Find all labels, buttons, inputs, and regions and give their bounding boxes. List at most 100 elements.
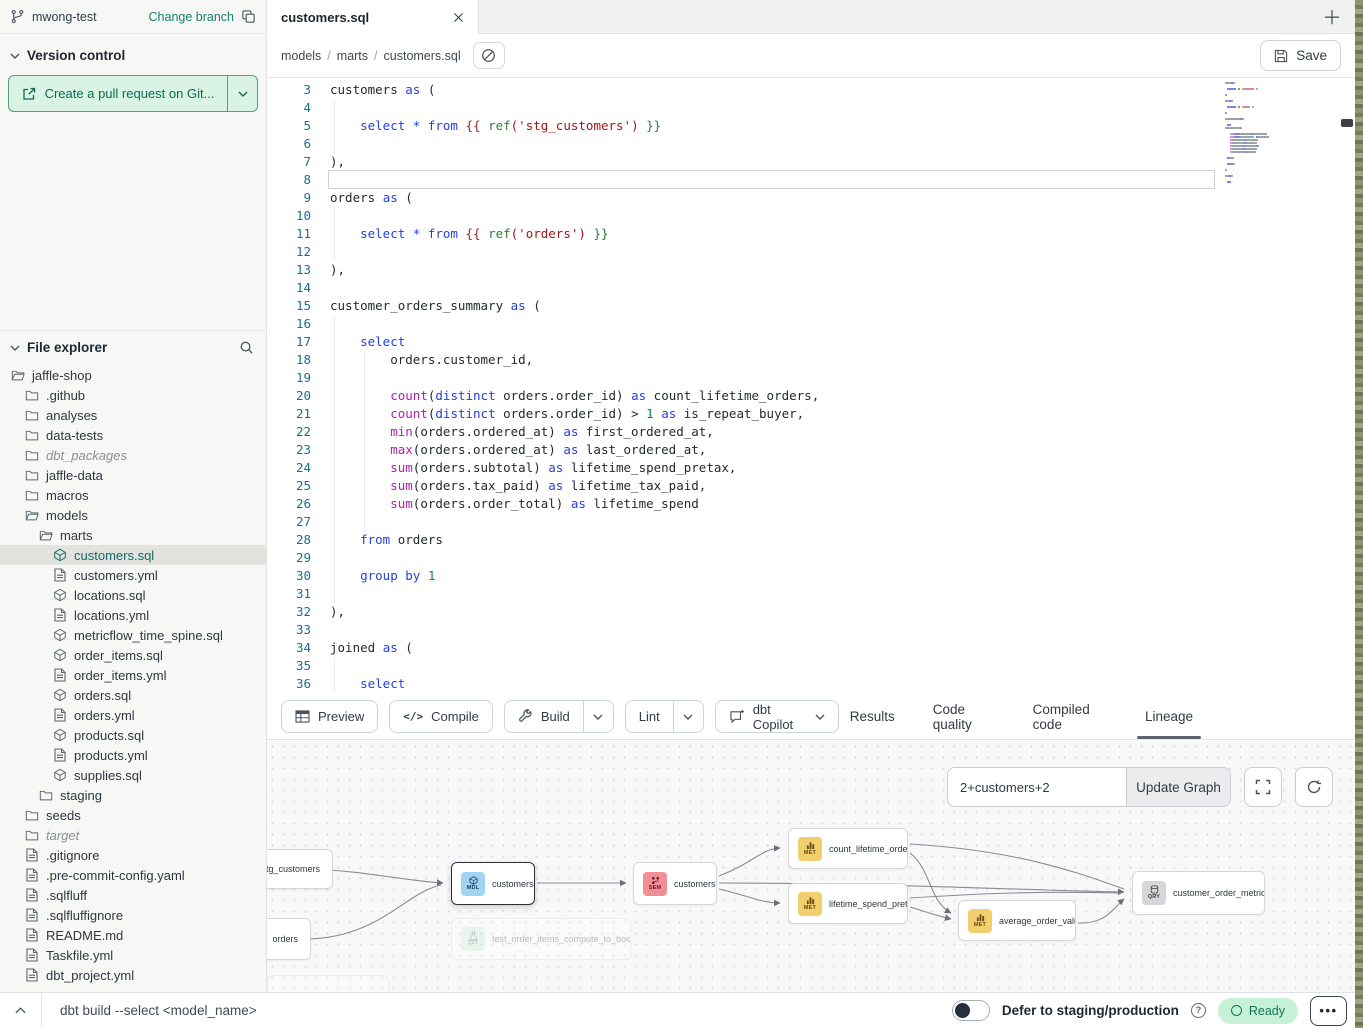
- code-editor[interactable]: 3customers as (45 select * from {{ ref('…: [267, 78, 1355, 694]
- code-line-9[interactable]: 9orders as (: [267, 189, 1355, 207]
- code-line-11[interactable]: 11 select * from {{ ref('orders') }}: [267, 225, 1355, 243]
- code-line-19[interactable]: 19: [267, 369, 1355, 387]
- code-line-6[interactable]: 6: [267, 135, 1355, 153]
- code-line-35[interactable]: 35: [267, 657, 1355, 675]
- code-line-26[interactable]: 26 sum(orders.order_total) as lifetime_s…: [267, 495, 1355, 513]
- code-line-29[interactable]: 29: [267, 549, 1355, 567]
- node-selector-input[interactable]: [948, 768, 1126, 806]
- close-icon[interactable]: [453, 12, 464, 23]
- file-explorer-item-seeds[interactable]: seeds: [0, 805, 266, 825]
- file-explorer-item-dbt_packages[interactable]: dbt_packages: [0, 445, 266, 465]
- file-explorer-item-analyses[interactable]: analyses: [0, 405, 266, 425]
- file-explorer-item-products.sql[interactable]: products.sql: [0, 725, 266, 745]
- dbt-copilot-button[interactable]: dbt Copilot: [715, 700, 839, 733]
- file-explorer-item-locations.sql[interactable]: locations.sql: [0, 585, 266, 605]
- code-line-17[interactable]: 17 select: [267, 333, 1355, 351]
- file-explorer-item-README.md[interactable]: README.md: [0, 925, 266, 945]
- code-line-8[interactable]: 8: [267, 171, 1355, 189]
- tab-customers-sql[interactable]: customers.sql: [267, 0, 479, 34]
- code-line-18[interactable]: 18 orders.customer_id,: [267, 351, 1355, 369]
- file-explorer-item-jaffle-shop[interactable]: jaffle-shop: [0, 365, 266, 385]
- lineage-node-faded_bottom[interactable]: [267, 975, 389, 992]
- compile-button[interactable]: </> Compile: [389, 700, 493, 733]
- file-explorer-item-order_items.yml[interactable]: order_items.yml: [0, 665, 266, 685]
- refresh-button[interactable]: [1295, 767, 1333, 807]
- new-tab-button[interactable]: ＋: [1309, 0, 1355, 33]
- defer-toggle[interactable]: [952, 1000, 990, 1021]
- command-input[interactable]: dbt build --select <model_name>: [60, 1003, 257, 1018]
- lineage-node-count_lifetime_orders[interactable]: METcount_lifetime_orders: [788, 828, 908, 869]
- code-line-4[interactable]: 4: [267, 99, 1355, 117]
- file-explorer-item-data-tests[interactable]: data-tests: [0, 425, 266, 445]
- preview-button[interactable]: Preview: [281, 700, 378, 733]
- code-line-7[interactable]: 7),: [267, 153, 1355, 171]
- code-line-15[interactable]: 15customer_orders_summary as (: [267, 297, 1355, 315]
- file-explorer-item-.pre-commit-config.yaml[interactable]: .pre-commit-config.yaml: [0, 865, 266, 885]
- lineage-node-lifetime_spend_pretax[interactable]: METlifetime_spend_pretax: [788, 883, 908, 924]
- code-line-30[interactable]: 30 group by 1: [267, 567, 1355, 585]
- change-branch-link[interactable]: Change branch: [149, 10, 234, 24]
- update-graph-button[interactable]: Update Graph: [1126, 768, 1230, 806]
- version-control-header[interactable]: Version control: [0, 34, 266, 63]
- code-line-31[interactable]: 31: [267, 585, 1355, 603]
- editor-scrollbar-thumb[interactable]: [1341, 119, 1353, 127]
- file-explorer-item-macros[interactable]: macros: [0, 485, 266, 505]
- file-explorer-header[interactable]: File explorer: [0, 331, 266, 355]
- file-explorer-item-supplies.sql[interactable]: supplies.sql: [0, 765, 266, 785]
- code-line-33[interactable]: 33: [267, 621, 1355, 639]
- file-explorer-item-customers.sql[interactable]: customers.sql: [0, 545, 266, 565]
- code-line-36[interactable]: 36 select: [267, 675, 1355, 693]
- breadcrumb-marts[interactable]: marts: [337, 49, 368, 63]
- file-explorer-item-.gitignore[interactable]: .gitignore: [0, 845, 266, 865]
- file-explorer-item-.sqlfluffignore[interactable]: .sqlfluffignore: [0, 905, 266, 925]
- code-line-5[interactable]: 5 select * from {{ ref('stg_customers') …: [267, 117, 1355, 135]
- code-line-14[interactable]: 14: [267, 279, 1355, 297]
- file-explorer-item-jaffle-data[interactable]: jaffle-data: [0, 465, 266, 485]
- code-line-12[interactable]: 12: [267, 243, 1355, 261]
- code-line-10[interactable]: 10: [267, 207, 1355, 225]
- code-line-20[interactable]: 20 count(distinct orders.order_id) as co…: [267, 387, 1355, 405]
- file-explorer-item-target[interactable]: target: [0, 825, 266, 845]
- lineage-node-customers[interactable]: SEMcustomers: [633, 862, 717, 905]
- fullscreen-button[interactable]: [1244, 767, 1282, 807]
- code-line-23[interactable]: 23 max(orders.ordered_at) as last_ordere…: [267, 441, 1355, 459]
- file-explorer-item-Taskfile.yml[interactable]: Taskfile.yml: [0, 945, 266, 965]
- code-line-24[interactable]: 24 sum(orders.subtotal) as lifetime_spen…: [267, 459, 1355, 477]
- lineage-node-test_order_items_compute_to_bools...[interactable]: TSTtest_order_items_compute_to_bools...: [451, 918, 631, 960]
- file-explorer-item-staging[interactable]: staging: [0, 785, 266, 805]
- lineage-node-customers[interactable]: MDLcustomers: [451, 862, 535, 905]
- code-line-25[interactable]: 25 sum(orders.tax_paid) as lifetime_tax_…: [267, 477, 1355, 495]
- panel-tab-lineage[interactable]: Lineage: [1145, 694, 1193, 739]
- minimap[interactable]: [1225, 82, 1309, 184]
- circle-slash-icon[interactable]: [473, 42, 505, 69]
- code-line-32[interactable]: 32),: [267, 603, 1355, 621]
- file-explorer-item-dbt_project.yml[interactable]: dbt_project.yml: [0, 965, 266, 985]
- help-icon[interactable]: ?: [1191, 1003, 1206, 1018]
- file-explorer-item-orders.sql[interactable]: orders.sql: [0, 685, 266, 705]
- expand-panel-button[interactable]: [0, 993, 42, 1028]
- file-explorer-item-.github[interactable]: .github: [0, 385, 266, 405]
- file-explorer-item-models[interactable]: models: [0, 505, 266, 525]
- lineage-node-orders[interactable]: MDLorders: [267, 918, 311, 960]
- lint-button[interactable]: Lint: [625, 700, 673, 733]
- search-icon[interactable]: [239, 340, 254, 355]
- code-line-3[interactable]: 3customers as (: [267, 81, 1355, 99]
- code-line-22[interactable]: 22 min(orders.ordered_at) as first_order…: [267, 423, 1355, 441]
- file-explorer-item-customers.yml[interactable]: customers.yml: [0, 565, 266, 585]
- code-line-21[interactable]: 21 count(distinct orders.order_id) > 1 a…: [267, 405, 1355, 423]
- lineage-node-average_order_value[interactable]: METaverage_order_value: [958, 900, 1076, 941]
- lineage-node-stg_customers[interactable]: MDLstg_customers: [267, 849, 333, 889]
- build-button[interactable]: Build: [504, 700, 583, 733]
- file-explorer-item-products.yml[interactable]: products.yml: [0, 745, 266, 765]
- build-dropdown-button[interactable]: [583, 700, 614, 733]
- code-line-13[interactable]: 13),: [267, 261, 1355, 279]
- panel-tab-code-quality[interactable]: Code quality: [933, 694, 995, 739]
- code-line-27[interactable]: 27: [267, 513, 1355, 531]
- create-pr-button[interactable]: Create a pull request on Git...: [8, 75, 227, 112]
- copy-branch-icon[interactable]: [241, 9, 256, 24]
- lineage-node-customer_order_metrics[interactable]: QRYcustomer_order_metrics: [1132, 871, 1265, 915]
- file-explorer-item-marts[interactable]: marts: [0, 525, 266, 545]
- create-pr-dropdown-button[interactable]: [227, 75, 258, 112]
- code-line-28[interactable]: 28 from orders: [267, 531, 1355, 549]
- lint-dropdown-button[interactable]: [673, 700, 704, 733]
